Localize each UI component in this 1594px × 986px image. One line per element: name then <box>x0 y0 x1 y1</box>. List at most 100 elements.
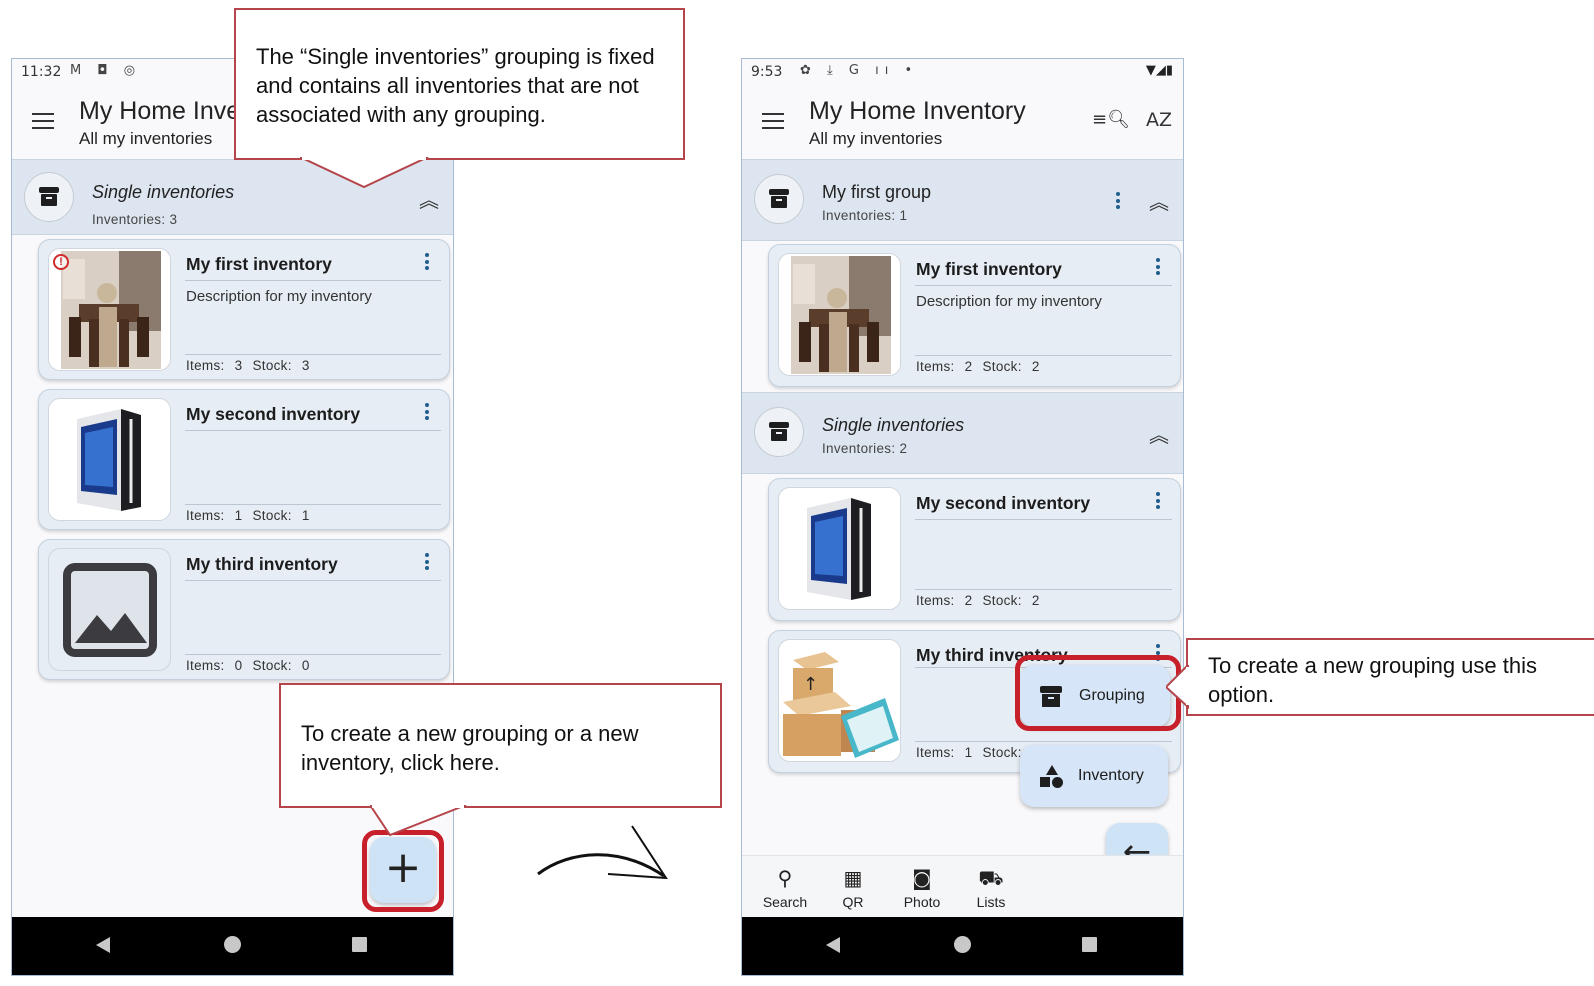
shapes-icon <box>1040 765 1064 789</box>
app-title: My Home Inve <box>79 97 241 125</box>
collapse-chevron-icon[interactable]: ︽ <box>1149 186 1169 215</box>
transition-arrow-icon <box>537 825 668 880</box>
app-title: My Home Inventory <box>809 97 1026 125</box>
archive-box-icon <box>754 407 804 457</box>
notification-icons: ✿ ⤓ G ıı • <box>800 63 919 78</box>
dining-room-photo <box>778 253 901 376</box>
divider <box>185 504 441 505</box>
more-options-icon[interactable] <box>425 553 429 573</box>
signal-battery-icons: ▼◢▮ <box>1145 63 1173 78</box>
group-name: Single inventories <box>92 182 235 202</box>
collapse-chevron-icon[interactable]: ︽ <box>1149 419 1169 448</box>
inventory-label: Inventory <box>1078 767 1144 784</box>
more-options-icon[interactable] <box>1156 492 1160 512</box>
menu-icon[interactable] <box>762 113 784 129</box>
search-icon: ⚲ <box>777 866 793 890</box>
divider <box>915 589 1172 590</box>
card-description: Description for my inventory <box>916 293 1102 310</box>
status-time: 9:53 <box>751 64 783 80</box>
phone-screen-right: 9:53 ✿ ⤓ G ıı • ▼◢▮ My Home Inventory Al… <box>741 58 1184 976</box>
card-meta: Items: 0 Stock: 0 <box>186 658 310 673</box>
group-header-single-inventories[interactable]: Single inventories Inventories: 2 ︽ <box>742 392 1183 474</box>
nav-home-icon[interactable] <box>954 936 971 953</box>
menu-icon[interactable] <box>32 113 54 129</box>
callout-text: To create a new grouping use this option… <box>1208 653 1537 707</box>
divider <box>185 280 441 281</box>
group-header-my-first-group[interactable]: My first group Inventories: 1 ︽ <box>742 159 1183 241</box>
app-bar: My Home Inventory All my inventories ≡🔍︎… <box>742 85 1183 159</box>
bottom-nav-lists[interactable]: ⛟ Lists <box>956 866 1026 910</box>
boxes-photo: ↑ <box>778 639 901 762</box>
divider <box>185 580 441 581</box>
divider <box>185 430 441 431</box>
app-subtitle: All my inventories <box>79 129 213 148</box>
image-placeholder-icon <box>48 548 171 671</box>
inventory-menu-button[interactable]: Inventory <box>1020 745 1168 807</box>
cart-icon: ⛟ <box>978 866 1004 890</box>
camera-icon: ◙ <box>912 866 932 890</box>
highlight-fab <box>362 830 444 912</box>
group-count: Inventories: 2 <box>822 441 908 456</box>
bottom-nav-photo[interactable]: ◙ Photo <box>887 866 957 910</box>
group-name: Single inventories <box>822 415 965 435</box>
bottom-nav-label: Search <box>762 894 808 910</box>
filter-search-icon[interactable]: ≡🔍︎ <box>1092 109 1130 130</box>
nav-back-icon[interactable] <box>826 937 840 953</box>
divider <box>915 285 1172 286</box>
divider <box>185 654 441 655</box>
callout-pointer <box>1166 665 1190 709</box>
more-options-icon[interactable] <box>425 403 429 423</box>
nav-back-icon[interactable] <box>96 937 110 953</box>
card-title: My third inventory <box>186 554 338 574</box>
inventory-card[interactable]: My second inventory Items: 2 Stock: 2 <box>768 478 1181 621</box>
pc-tower-photo <box>778 487 901 610</box>
app-subtitle: All my inventories <box>809 129 943 148</box>
bottom-nav-label: Photo <box>903 894 941 910</box>
group-count: Inventories: 1 <box>822 208 908 223</box>
bottom-nav-label: Lists <box>976 894 1006 910</box>
card-meta: Items: 2 Stock: 2 <box>916 359 1040 374</box>
inventory-card[interactable]: My third inventory Items: 0 Stock: 0 <box>38 539 450 680</box>
card-title: My first inventory <box>916 259 1062 279</box>
sort-az-icon[interactable]: AZ <box>1146 109 1172 131</box>
card-description: Description for my inventory <box>186 288 372 305</box>
pc-tower-photo <box>48 398 171 521</box>
system-nav-bar <box>12 917 453 975</box>
card-meta: Items: 3 Stock: 3 <box>186 358 310 373</box>
bottom-nav-qr[interactable]: ▦ QR <box>818 866 888 910</box>
callout-text: To create a new grouping or a new invent… <box>301 721 639 775</box>
card-title: My second inventory <box>186 404 361 424</box>
status-bar: 9:53 ✿ ⤓ G ıı • ▼◢▮ <box>742 59 1183 85</box>
inventory-card[interactable]: My first inventory Description for my in… <box>768 244 1181 387</box>
status-time: 11:32 <box>21 64 62 80</box>
group-name: My first group <box>822 182 932 202</box>
callout-single-inventories: The “Single inventories” grouping is fix… <box>234 8 685 160</box>
archive-box-icon <box>24 172 74 222</box>
divider <box>915 519 1172 520</box>
inventory-card[interactable]: My second inventory Items: 1 Stock: 1 <box>38 389 450 530</box>
system-nav-bar <box>742 917 1183 975</box>
highlight-grouping <box>1015 655 1181 731</box>
notification-icons: M ◘ ◎ <box>70 63 142 78</box>
divider <box>915 741 1172 742</box>
more-options-icon[interactable] <box>1116 192 1120 212</box>
qr-code-icon: ▦ <box>843 866 863 890</box>
nav-recents-icon[interactable] <box>352 937 367 952</box>
nav-recents-icon[interactable] <box>1082 937 1097 952</box>
divider <box>185 354 441 355</box>
callout-pointer <box>370 805 467 837</box>
inventory-card[interactable]: ! My first inventory Description for my … <box>38 239 450 380</box>
bottom-nav-search[interactable]: ⚲ Search <box>750 866 820 910</box>
more-options-icon[interactable] <box>1156 258 1160 278</box>
nav-home-icon[interactable] <box>224 936 241 953</box>
more-options-icon[interactable] <box>425 253 429 273</box>
bottom-navigation: ⚲ Search ▦ QR ◙ Photo ⛟ Lists <box>742 855 1183 920</box>
bottom-nav-label: QR <box>842 894 864 910</box>
callout-create-button: To create a new grouping or a new invent… <box>279 683 722 808</box>
callout-text: The “Single inventories” grouping is fix… <box>256 44 655 127</box>
card-title: My first inventory <box>186 254 332 274</box>
archive-box-icon <box>754 174 804 224</box>
card-meta: Items: 1 Stock: 1 <box>186 508 310 523</box>
warning-icon: ! <box>53 254 69 270</box>
card-meta: Items: 2 Stock: 2 <box>916 593 1040 608</box>
